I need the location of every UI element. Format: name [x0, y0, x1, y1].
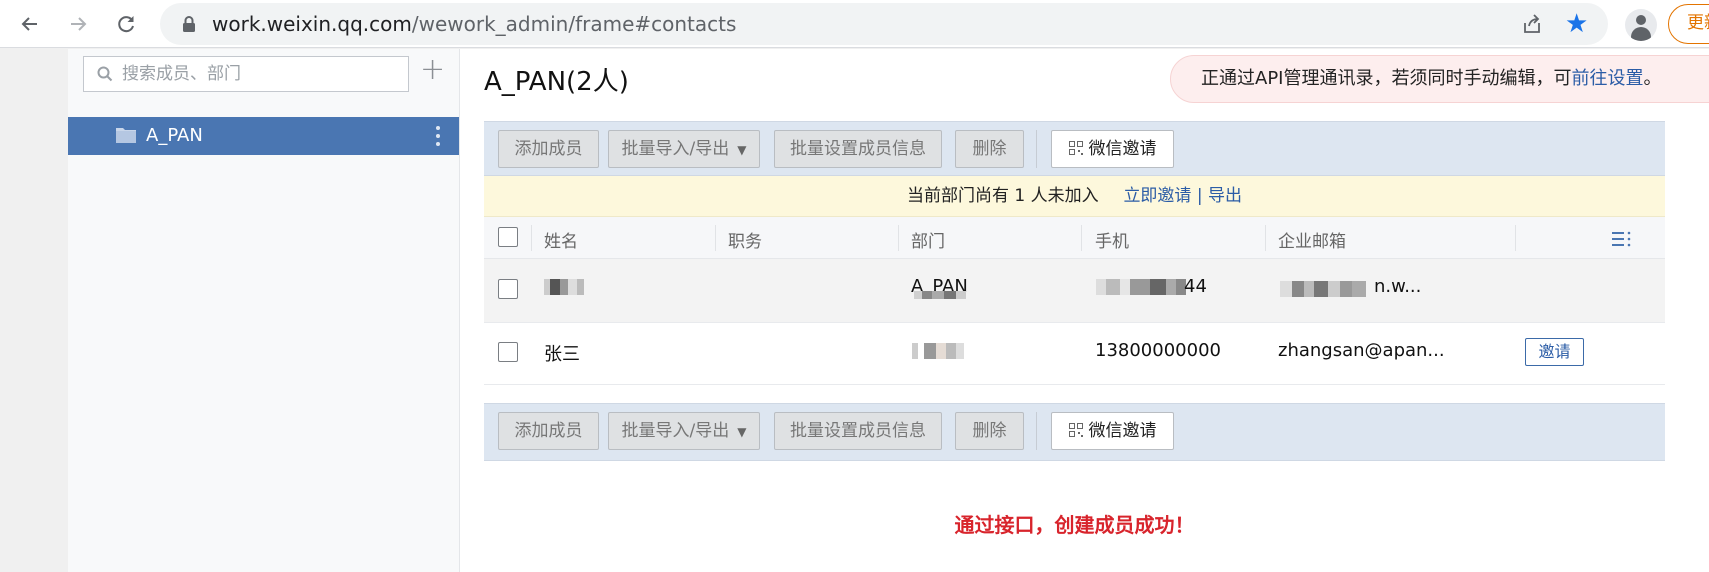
- column-divider: [715, 225, 716, 251]
- redacted-mobile: [1096, 279, 1186, 295]
- sidebar: + A_PAN: [68, 49, 460, 572]
- redacted-department: [912, 343, 964, 359]
- more-vertical-icon[interactable]: [435, 126, 441, 146]
- redacted-name: [544, 279, 584, 295]
- qr-code-icon: [1068, 141, 1083, 155]
- export-link[interactable]: 导出: [1208, 186, 1242, 206]
- member-toolbar-bottom: 添加成员 批量导入/导出 ▼ 批量设置成员信息 删除 微信邀请: [484, 403, 1665, 461]
- table-row[interactable]: A_PAN 44 n.w...: [484, 259, 1665, 323]
- sidebar-item-label: A_PAN: [146, 125, 203, 146]
- url-text[interactable]: work.weixin.qq.com/wework_admin/frame#co…: [212, 12, 736, 36]
- wechat-invite-label: 微信邀请: [1088, 139, 1157, 159]
- search-icon: [97, 66, 113, 82]
- column-divider: [898, 225, 899, 251]
- lock-icon[interactable]: [182, 15, 196, 33]
- browser-toolbar: work.weixin.qq.com/wework_admin/frame#co…: [0, 0, 1709, 48]
- url-path: /wework_admin/frame#contacts: [411, 12, 737, 36]
- pending-join-text: 当前部门尚有 1 人未加入: [907, 186, 1099, 206]
- pending-join-notice: 当前部门尚有 1 人未加入 立即邀请 | 导出: [484, 176, 1665, 217]
- member-toolbar-top: 添加成员 批量导入/导出 ▼ 批量设置成员信息 删除 微信邀请: [484, 121, 1665, 176]
- chevron-down-icon: ▼: [737, 425, 747, 439]
- forward-arrow-icon[interactable]: [62, 8, 94, 40]
- table-row[interactable]: 张三 13800000000 zhangsan@apan... 邀请: [484, 323, 1665, 385]
- api-notice-banner: 正通过API管理通讯录，若须同时手动编辑，可前往设置。: [1170, 55, 1709, 103]
- column-divider: [1515, 225, 1516, 251]
- import-export-label: 批量导入/导出: [621, 139, 730, 159]
- address-bar[interactable]: work.weixin.qq.com/wework_admin/frame#co…: [160, 3, 1608, 45]
- wechat-invite-label: 微信邀请: [1088, 421, 1157, 441]
- share-icon[interactable]: [1520, 12, 1544, 36]
- select-all-checkbox[interactable]: [498, 227, 518, 247]
- back-arrow-icon[interactable]: [14, 8, 46, 40]
- wechat-invite-button[interactable]: 微信邀请: [1051, 130, 1174, 168]
- reload-icon[interactable]: [110, 8, 142, 40]
- row-email: zhangsan@apan...: [1278, 340, 1445, 361]
- header-department[interactable]: 部门: [911, 227, 945, 252]
- add-member-button[interactable]: 添加成员: [498, 412, 599, 450]
- profile-icon[interactable]: [1625, 9, 1657, 41]
- chevron-down-icon: ▼: [737, 143, 747, 157]
- search-box[interactable]: [83, 56, 409, 92]
- member-table-header: 姓名 职务 部门 手机 企业邮箱: [484, 217, 1665, 259]
- row-email: n.w...: [1374, 276, 1422, 297]
- invite-button[interactable]: 邀请: [1525, 338, 1584, 366]
- column-divider: [1081, 225, 1082, 251]
- column-divider: [531, 225, 532, 251]
- url-host: work.weixin.qq.com: [212, 12, 412, 36]
- search-input[interactable]: [122, 57, 402, 91]
- notice-divider: |: [1196, 186, 1203, 206]
- redacted-dept-overlay: [914, 291, 966, 307]
- delete-button[interactable]: 删除: [955, 130, 1024, 168]
- update-button[interactable]: 更新: [1668, 4, 1709, 44]
- row-mobile: 44: [1184, 276, 1207, 297]
- row-mobile: 13800000000: [1095, 340, 1221, 361]
- star-icon[interactable]: ★: [1565, 9, 1588, 39]
- batch-set-button[interactable]: 批量设置成员信息: [774, 412, 942, 450]
- admin-page: + A_PAN A_PAN(2人) 正通过API管理通讯录，若须同时手动编辑，可…: [68, 49, 1709, 572]
- import-export-button[interactable]: 批量导入/导出 ▼: [608, 412, 760, 450]
- api-notice-suffix: 。: [1643, 68, 1662, 89]
- header-mobile[interactable]: 手机: [1095, 227, 1129, 252]
- success-message: 通过接口，创建成员成功！: [954, 513, 1195, 537]
- header-name[interactable]: 姓名: [544, 227, 578, 252]
- api-notice-text: 正通过API管理通讯录，若须同时手动编辑，可: [1201, 68, 1572, 89]
- delete-button[interactable]: 删除: [955, 412, 1024, 450]
- toolbar-divider: [1036, 130, 1037, 168]
- folder-icon: [116, 128, 136, 143]
- add-department-button[interactable]: +: [420, 55, 445, 85]
- toolbar-divider: [1036, 412, 1037, 450]
- row-checkbox[interactable]: [498, 279, 518, 299]
- column-settings-icon[interactable]: [1611, 230, 1633, 248]
- add-member-button[interactable]: 添加成员: [498, 130, 599, 168]
- invite-now-link[interactable]: 立即邀请: [1123, 186, 1191, 206]
- go-settings-link[interactable]: 前往设置: [1571, 68, 1643, 89]
- row-checkbox[interactable]: [498, 342, 518, 362]
- column-divider: [1265, 225, 1266, 251]
- qr-code-icon: [1068, 423, 1083, 437]
- header-position[interactable]: 职务: [728, 227, 762, 252]
- page-title: A_PAN(2人): [484, 67, 629, 97]
- batch-set-button[interactable]: 批量设置成员信息: [774, 130, 942, 168]
- import-export-label: 批量导入/导出: [621, 421, 730, 441]
- header-email[interactable]: 企业邮箱: [1278, 227, 1346, 252]
- import-export-button[interactable]: 批量导入/导出 ▼: [608, 130, 760, 168]
- redacted-email: [1280, 281, 1366, 297]
- wechat-invite-button[interactable]: 微信邀请: [1051, 412, 1174, 450]
- sidebar-item-a-pan[interactable]: A_PAN: [68, 117, 459, 155]
- row-name: 张三: [544, 344, 580, 365]
